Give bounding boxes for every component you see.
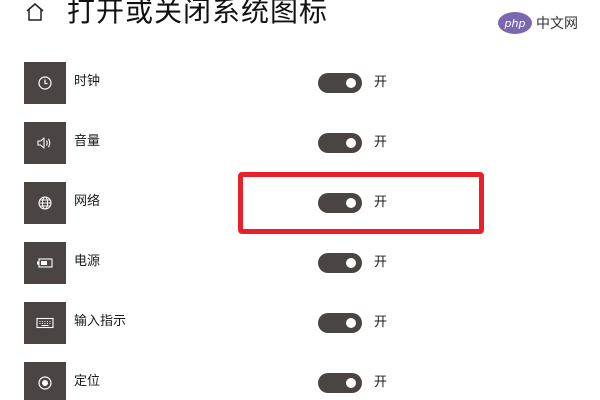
page-title: 打开或关闭系统图标 <box>67 0 329 28</box>
watermark-site-text: 中文网 <box>536 16 578 32</box>
settings-page: 打开或关闭系统图标 php 中文网 时钟 开 音量 开 网络 开 电源 开 输入… <box>0 0 600 400</box>
toggle-state-label: 开 <box>374 75 388 90</box>
clock-icon <box>24 62 66 104</box>
toggle-state-label: 开 <box>374 135 388 150</box>
clock-toggle[interactable] <box>318 73 362 93</box>
watermark-badge-text: php <box>504 17 526 30</box>
system-icon-label: 时钟 <box>74 74 101 89</box>
system-icon-label: 定位 <box>74 374 101 389</box>
system-icon-row-network: 网络 开 <box>24 182 424 224</box>
toggle-state-label: 开 <box>374 195 388 210</box>
toggle-knob <box>346 258 356 268</box>
volume-icon <box>24 122 66 164</box>
system-icon-label: 音量 <box>74 134 101 149</box>
system-icon-row-power: 电源 开 <box>24 242 424 284</box>
location-icon <box>24 362 66 400</box>
power-toggle[interactable] <box>318 253 362 273</box>
volume-toggle[interactable] <box>318 133 362 153</box>
system-icon-row-location: 定位 开 <box>24 362 424 400</box>
toggle-state-label: 开 <box>374 315 388 330</box>
system-icon-row-volume: 音量 开 <box>24 122 424 164</box>
keyboard-icon <box>24 302 66 344</box>
toggle-knob <box>346 138 356 148</box>
toggle-knob <box>346 378 356 388</box>
network-toggle[interactable] <box>318 193 362 213</box>
battery-icon <box>24 242 66 284</box>
home-icon[interactable] <box>24 1 46 23</box>
toggle-knob <box>346 318 356 328</box>
site-watermark: php 中文网 <box>498 11 592 35</box>
toggle-state-label: 开 <box>374 255 388 270</box>
system-icon-row-input-indicator: 输入指示 开 <box>24 302 424 344</box>
network-globe-icon <box>24 182 66 224</box>
location-toggle[interactable] <box>318 373 362 393</box>
system-icon-label: 电源 <box>74 254 101 269</box>
toggle-knob <box>346 78 356 88</box>
system-icon-label: 输入指示 <box>74 314 127 329</box>
toggle-knob <box>346 198 356 208</box>
system-icon-row-clock: 时钟 开 <box>24 62 424 104</box>
toggle-state-label: 开 <box>374 375 388 390</box>
system-icon-label: 网络 <box>74 194 101 209</box>
input-indicator-toggle[interactable] <box>318 313 362 333</box>
